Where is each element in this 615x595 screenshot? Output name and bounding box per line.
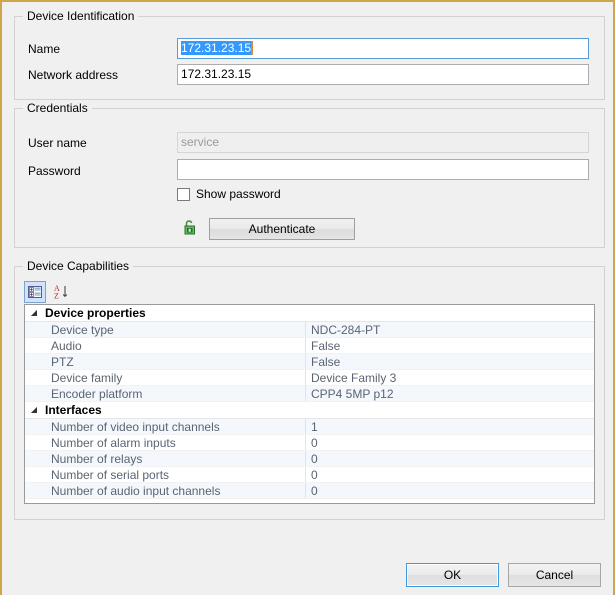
name-input-value: 172.31.23.15 [181,41,252,55]
property-name: Audio [51,338,82,353]
network-address-input[interactable]: 172.31.23.15 [177,64,589,85]
property-name: Device type [51,322,114,337]
property-grid-row[interactable]: Number of alarm inputs 0 [25,435,594,451]
property-value: NDC-284-PT [311,322,381,337]
group-device-capabilities-title: Device Capabilities [23,259,134,273]
property-grid-row[interactable]: Device type NDC-284-PT [25,322,594,338]
collapse-triangle-icon[interactable]: ◢ [25,305,43,321]
alphabetical-sort-icon[interactable]: A Z [50,281,72,303]
device-capabilities-property-grid[interactable]: ◢ Device properties Device type NDC-284-PT A… [24,304,595,504]
property-grid-row[interactable]: Device family Device Family 3 [25,370,594,386]
property-grid-category-label: Device properties [45,306,146,320]
property-grid-row[interactable]: Number of audio input channels 0 [25,483,594,499]
group-device-identification-title: Device Identification [23,9,139,23]
svg-text:Z: Z [54,292,59,301]
property-name: Number of audio input channels [51,483,221,498]
text-caret [251,41,254,55]
ok-button[interactable]: OK [406,563,499,587]
property-value: 0 [311,435,318,450]
checkbox-box-icon [177,187,190,201]
show-password-label: Show password [196,187,281,201]
property-name: Encoder platform [51,386,143,401]
cancel-button[interactable]: Cancel [508,563,601,587]
property-value: 0 [311,483,318,498]
property-value: CPP4 5MP p12 [311,386,394,401]
authenticate-button[interactable]: Authenticate [209,218,355,240]
property-name: Number of video input channels [51,419,220,434]
property-value: 0 [311,451,318,466]
property-value: False [311,338,341,353]
name-label: Name [28,42,61,56]
dialog-window: Device Identification Name 172.31.23.15 … [0,0,615,595]
group-credentials-title: Credentials [23,101,92,115]
password-label: Password [28,164,81,178]
open-padlock-icon [181,218,199,236]
property-grid-category-row[interactable]: ◢ Interfaces [25,402,594,419]
network-address-label: Network address [28,68,119,82]
property-grid-row[interactable]: Number of serial ports 0 [25,467,594,483]
property-value: 0 [311,467,318,482]
property-name: PTZ [51,354,74,369]
username-input: service [177,132,589,153]
name-input[interactable]: 172.31.23.15 [177,38,589,59]
categorized-view-icon[interactable] [24,281,46,303]
username-label: User name [28,136,87,150]
property-grid-row[interactable]: Audio False [25,338,594,354]
property-grid-category-row[interactable]: ◢ Device properties [25,305,594,322]
property-grid-rows: ◢ Device properties Device type NDC-284-PT A… [25,305,594,499]
property-value: 1 [311,419,318,434]
property-value: False [311,354,341,369]
property-grid-row[interactable]: Number of video input channels 1 [25,419,594,435]
property-name: Device family [51,370,123,385]
property-name: Number of serial ports [51,467,170,482]
password-input[interactable] [177,159,589,180]
property-grid-row[interactable]: PTZ False [25,354,594,370]
property-grid-category-label: Interfaces [45,403,102,417]
property-grid-row[interactable]: Number of relays 0 [25,451,594,467]
property-value: Device Family 3 [311,370,397,385]
property-name: Number of alarm inputs [51,435,176,450]
property-grid-row[interactable]: Encoder platform CPP4 5MP p12 [25,386,594,402]
property-grid-toolbar: A Z [24,280,72,304]
collapse-triangle-icon[interactable]: ◢ [25,402,43,418]
show-password-checkbox[interactable]: Show password [177,186,281,202]
property-name: Number of relays [51,451,143,466]
